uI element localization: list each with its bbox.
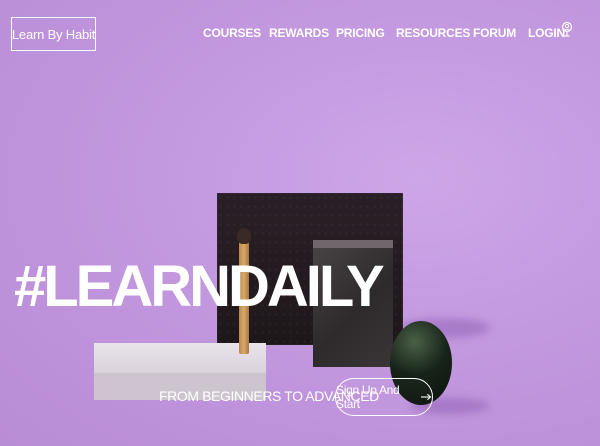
logo-text: Learn By Habit	[11, 26, 96, 42]
signup-button[interactable]: Sign Up And Start	[335, 378, 433, 416]
nav-item-login[interactable]: LOGIN	[528, 26, 565, 40]
nav-item-courses[interactable]: COURSES	[203, 26, 261, 40]
hero-section: Learn By Habit COURSES REWARDS PRICING R…	[0, 0, 600, 446]
match-tip	[237, 228, 251, 244]
hero-headline: #LEARNDAILY	[14, 254, 385, 319]
nav-item-forum[interactable]: FORUM	[473, 26, 516, 40]
nav-item-pricing[interactable]: PRICING	[336, 26, 385, 40]
nav-item-rewards[interactable]: REWARDS	[269, 26, 329, 40]
user-icon[interactable]	[561, 21, 573, 39]
site-logo[interactable]: Learn By Habit	[11, 17, 96, 51]
signup-button-label: Sign Up And Start	[336, 383, 400, 411]
arrow-right-icon	[421, 393, 432, 401]
nav-item-resources[interactable]: RESOURCES	[396, 26, 470, 40]
